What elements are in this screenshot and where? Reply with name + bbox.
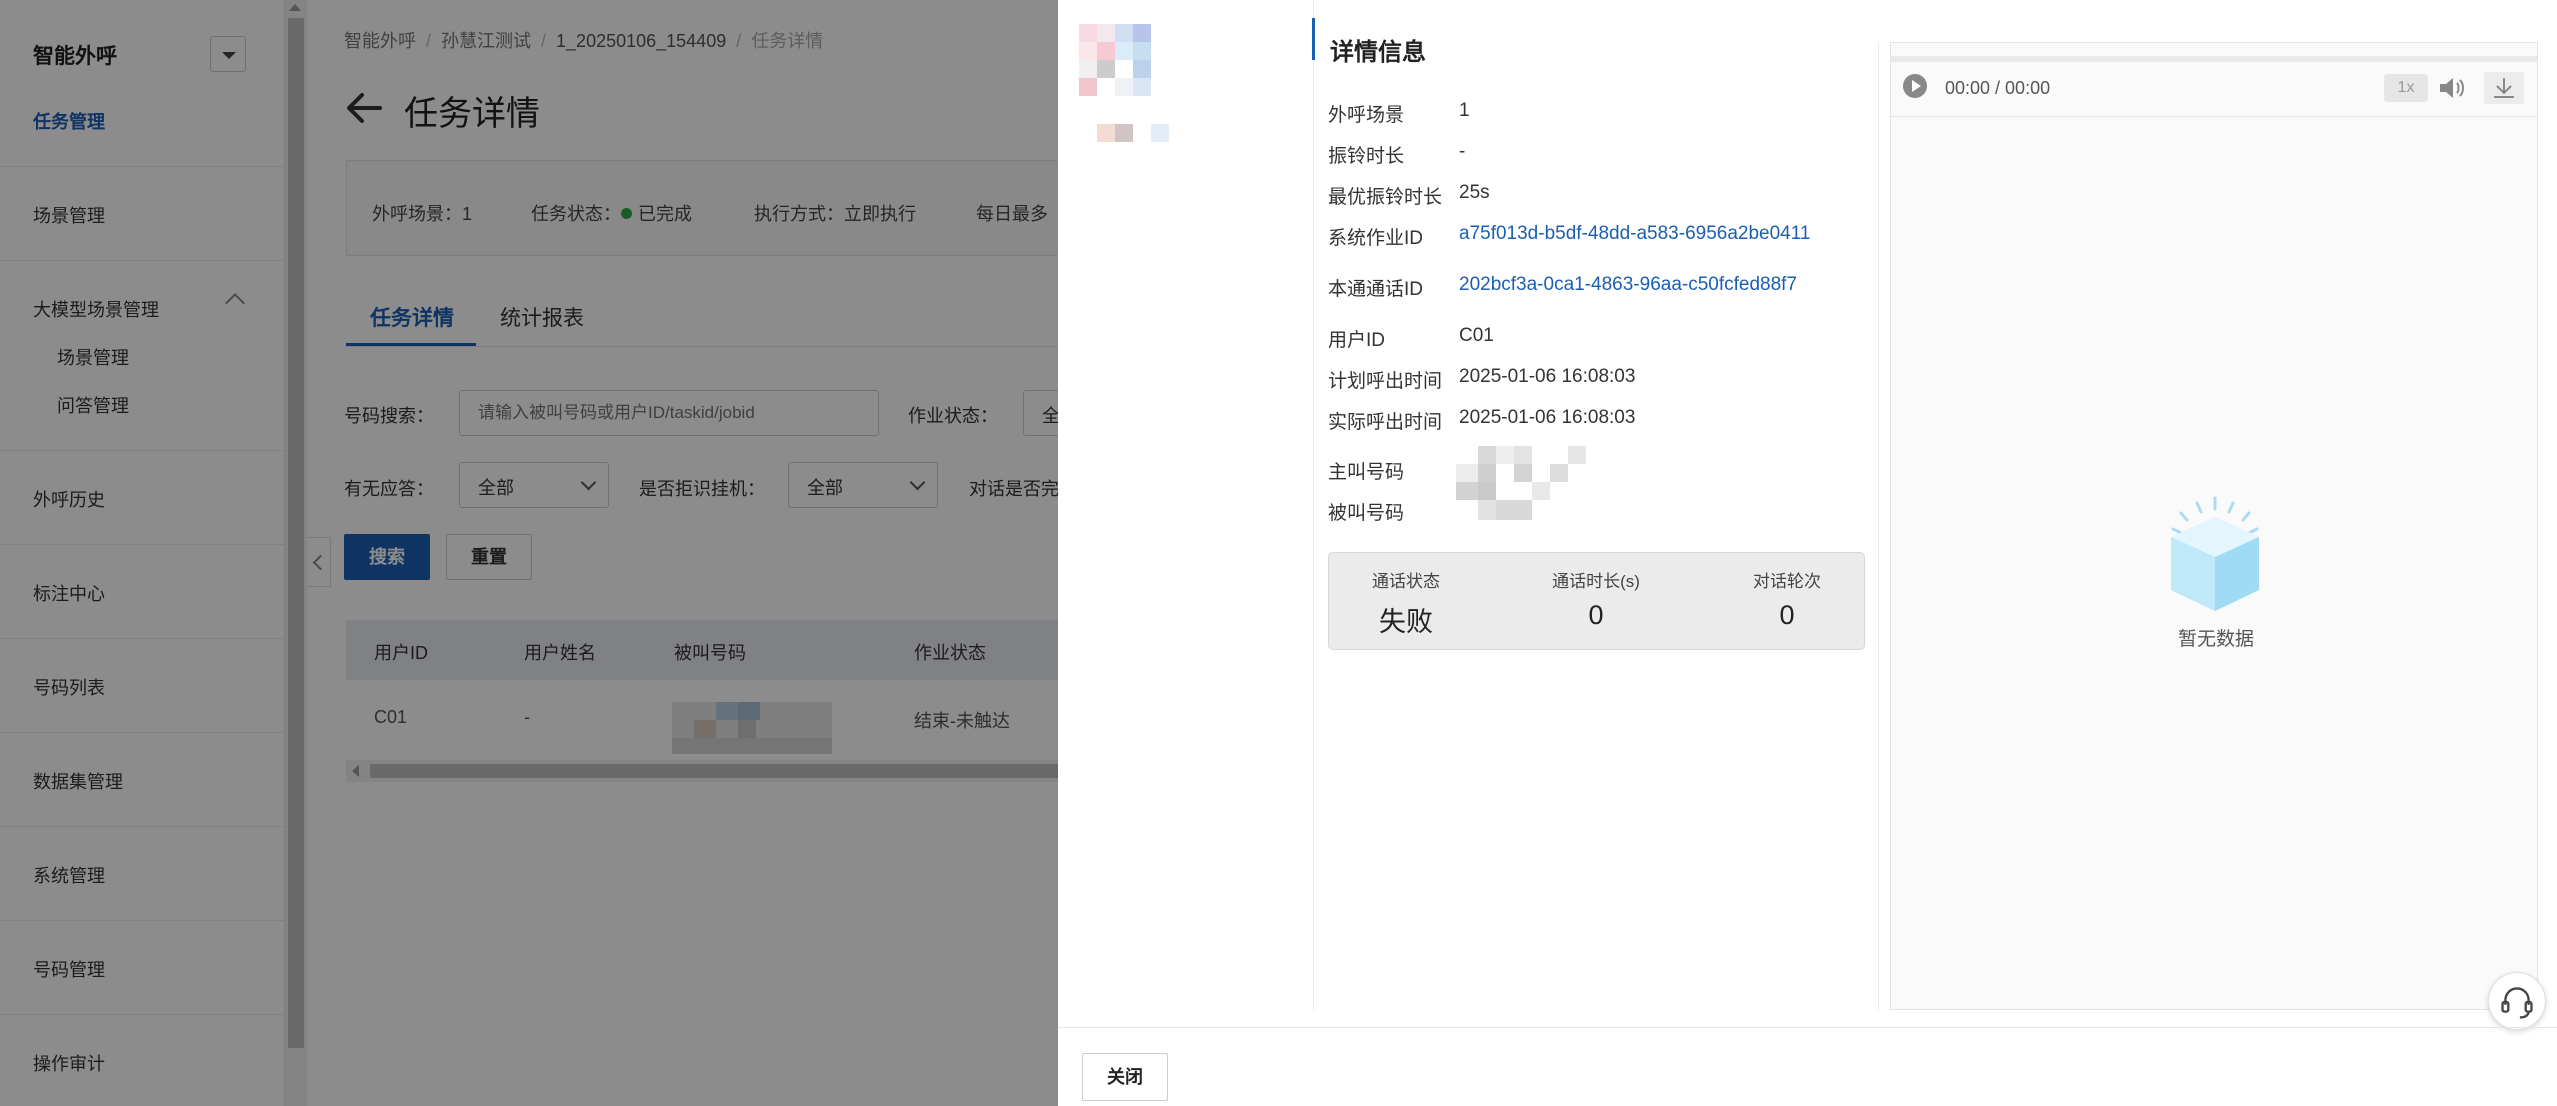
field-value-optimal-ring: 25s <box>1459 182 1490 203</box>
field-label-ring-duration: 振铃时长 <box>1328 146 1405 167</box>
field-value-planned-time: 2025-01-06 16:08:03 <box>1459 366 1636 387</box>
volume-icon[interactable] <box>2437 74 2467 102</box>
download-icon[interactable] <box>2484 72 2524 104</box>
playback-speed-button[interactable]: 1x <box>2384 74 2428 102</box>
app-root: 智能外呼 任务管理 场景管理 大模型场景管理 场景管理 问答管理 外呼历史 标注… <box>0 0 2557 1106</box>
field-value-system-job-id[interactable]: a75f013d-b5df-48dd-a583-6956a2be0411 <box>1459 223 1810 245</box>
field-label-actual-time: 实际呼出时间 <box>1328 412 1443 433</box>
audio-time: 00:00 / 00:00 <box>1945 78 2051 98</box>
stat-value-call-duration: 0 <box>1588 600 1604 630</box>
field-label-optimal-ring: 最优振铃时长 <box>1328 187 1443 208</box>
drawer-divider <box>1878 42 1879 1010</box>
player-divider <box>1891 116 2537 117</box>
drawer-divider <box>1313 0 1314 1010</box>
field-label-scene: 外呼场景 <box>1328 105 1405 126</box>
drawer-footer-divider <box>1058 1027 2557 1028</box>
stat-value-dialog-rounds: 0 <box>1779 600 1795 630</box>
redacted-phone-mosaic <box>1456 446 1586 520</box>
field-label-system-job-id: 系统作业ID <box>1328 228 1424 249</box>
section-accent-bar <box>1312 18 1315 60</box>
stat-value-call-status: 失败 <box>1379 607 1433 637</box>
avatar <box>1076 20 1201 145</box>
close-button[interactable]: 关闭 <box>1082 1053 1168 1101</box>
stat-label-call-duration: 通话时长(s) <box>1552 572 1640 591</box>
headset-icon[interactable] <box>2488 972 2546 1030</box>
field-value-call-id[interactable]: 202bcf3a-0ca1-4863-96aa-c50fcfed88f7 <box>1459 274 1797 296</box>
stat-label-dialog-rounds: 对话轮次 <box>1753 572 1821 591</box>
stat-label-call-status: 通话状态 <box>1372 572 1440 591</box>
field-value-scene: 1 <box>1459 100 1470 121</box>
detail-section-title: 详情信息 <box>1330 39 1426 66</box>
field-value-user-id: C01 <box>1459 325 1494 346</box>
play-icon[interactable] <box>1903 74 1927 98</box>
field-label-planned-time: 计划呼出时间 <box>1328 371 1443 392</box>
empty-state-text: 暂无数据 <box>2178 629 2255 650</box>
audio-progress-bar[interactable] <box>1891 56 2537 62</box>
field-value-ring-duration: - <box>1459 141 1466 162</box>
modal-overlay[interactable] <box>0 0 1058 1106</box>
field-label-user-id: 用户ID <box>1328 330 1386 351</box>
field-label-called-number: 被叫号码 <box>1328 503 1405 524</box>
field-label-caller-number: 主叫号码 <box>1328 462 1405 483</box>
empty-box-icon <box>2171 496 2259 611</box>
field-label-call-id: 本通通话ID <box>1328 279 1424 300</box>
field-value-actual-time: 2025-01-06 16:08:03 <box>1459 407 1636 428</box>
